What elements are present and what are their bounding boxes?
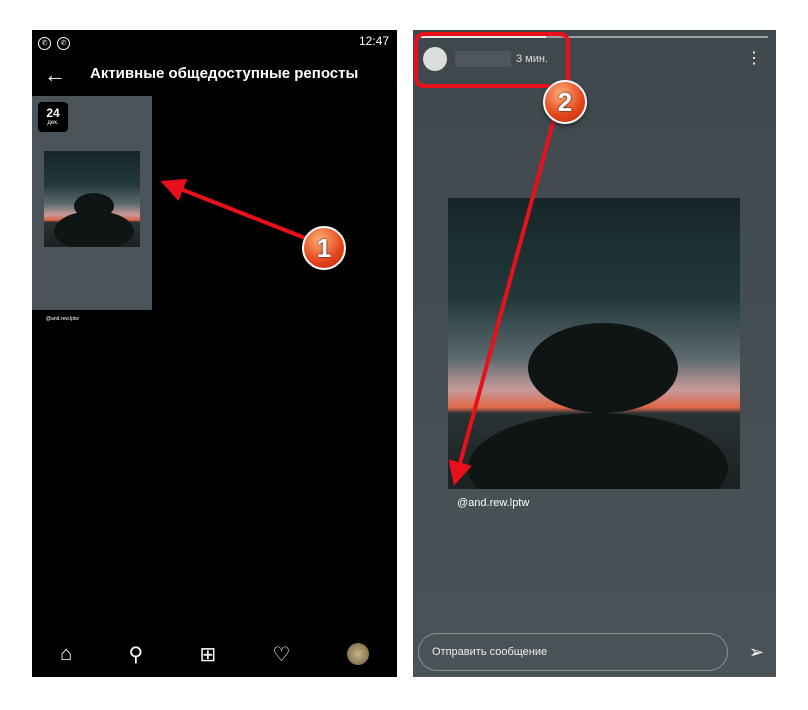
arrow-1 <box>160 178 306 240</box>
arrow-2 <box>448 111 558 486</box>
step-badge-2: 2 <box>543 80 587 124</box>
highlight-box <box>414 32 570 88</box>
annotation-arrows <box>160 111 558 486</box>
step-badge-1: 1 <box>302 226 346 270</box>
